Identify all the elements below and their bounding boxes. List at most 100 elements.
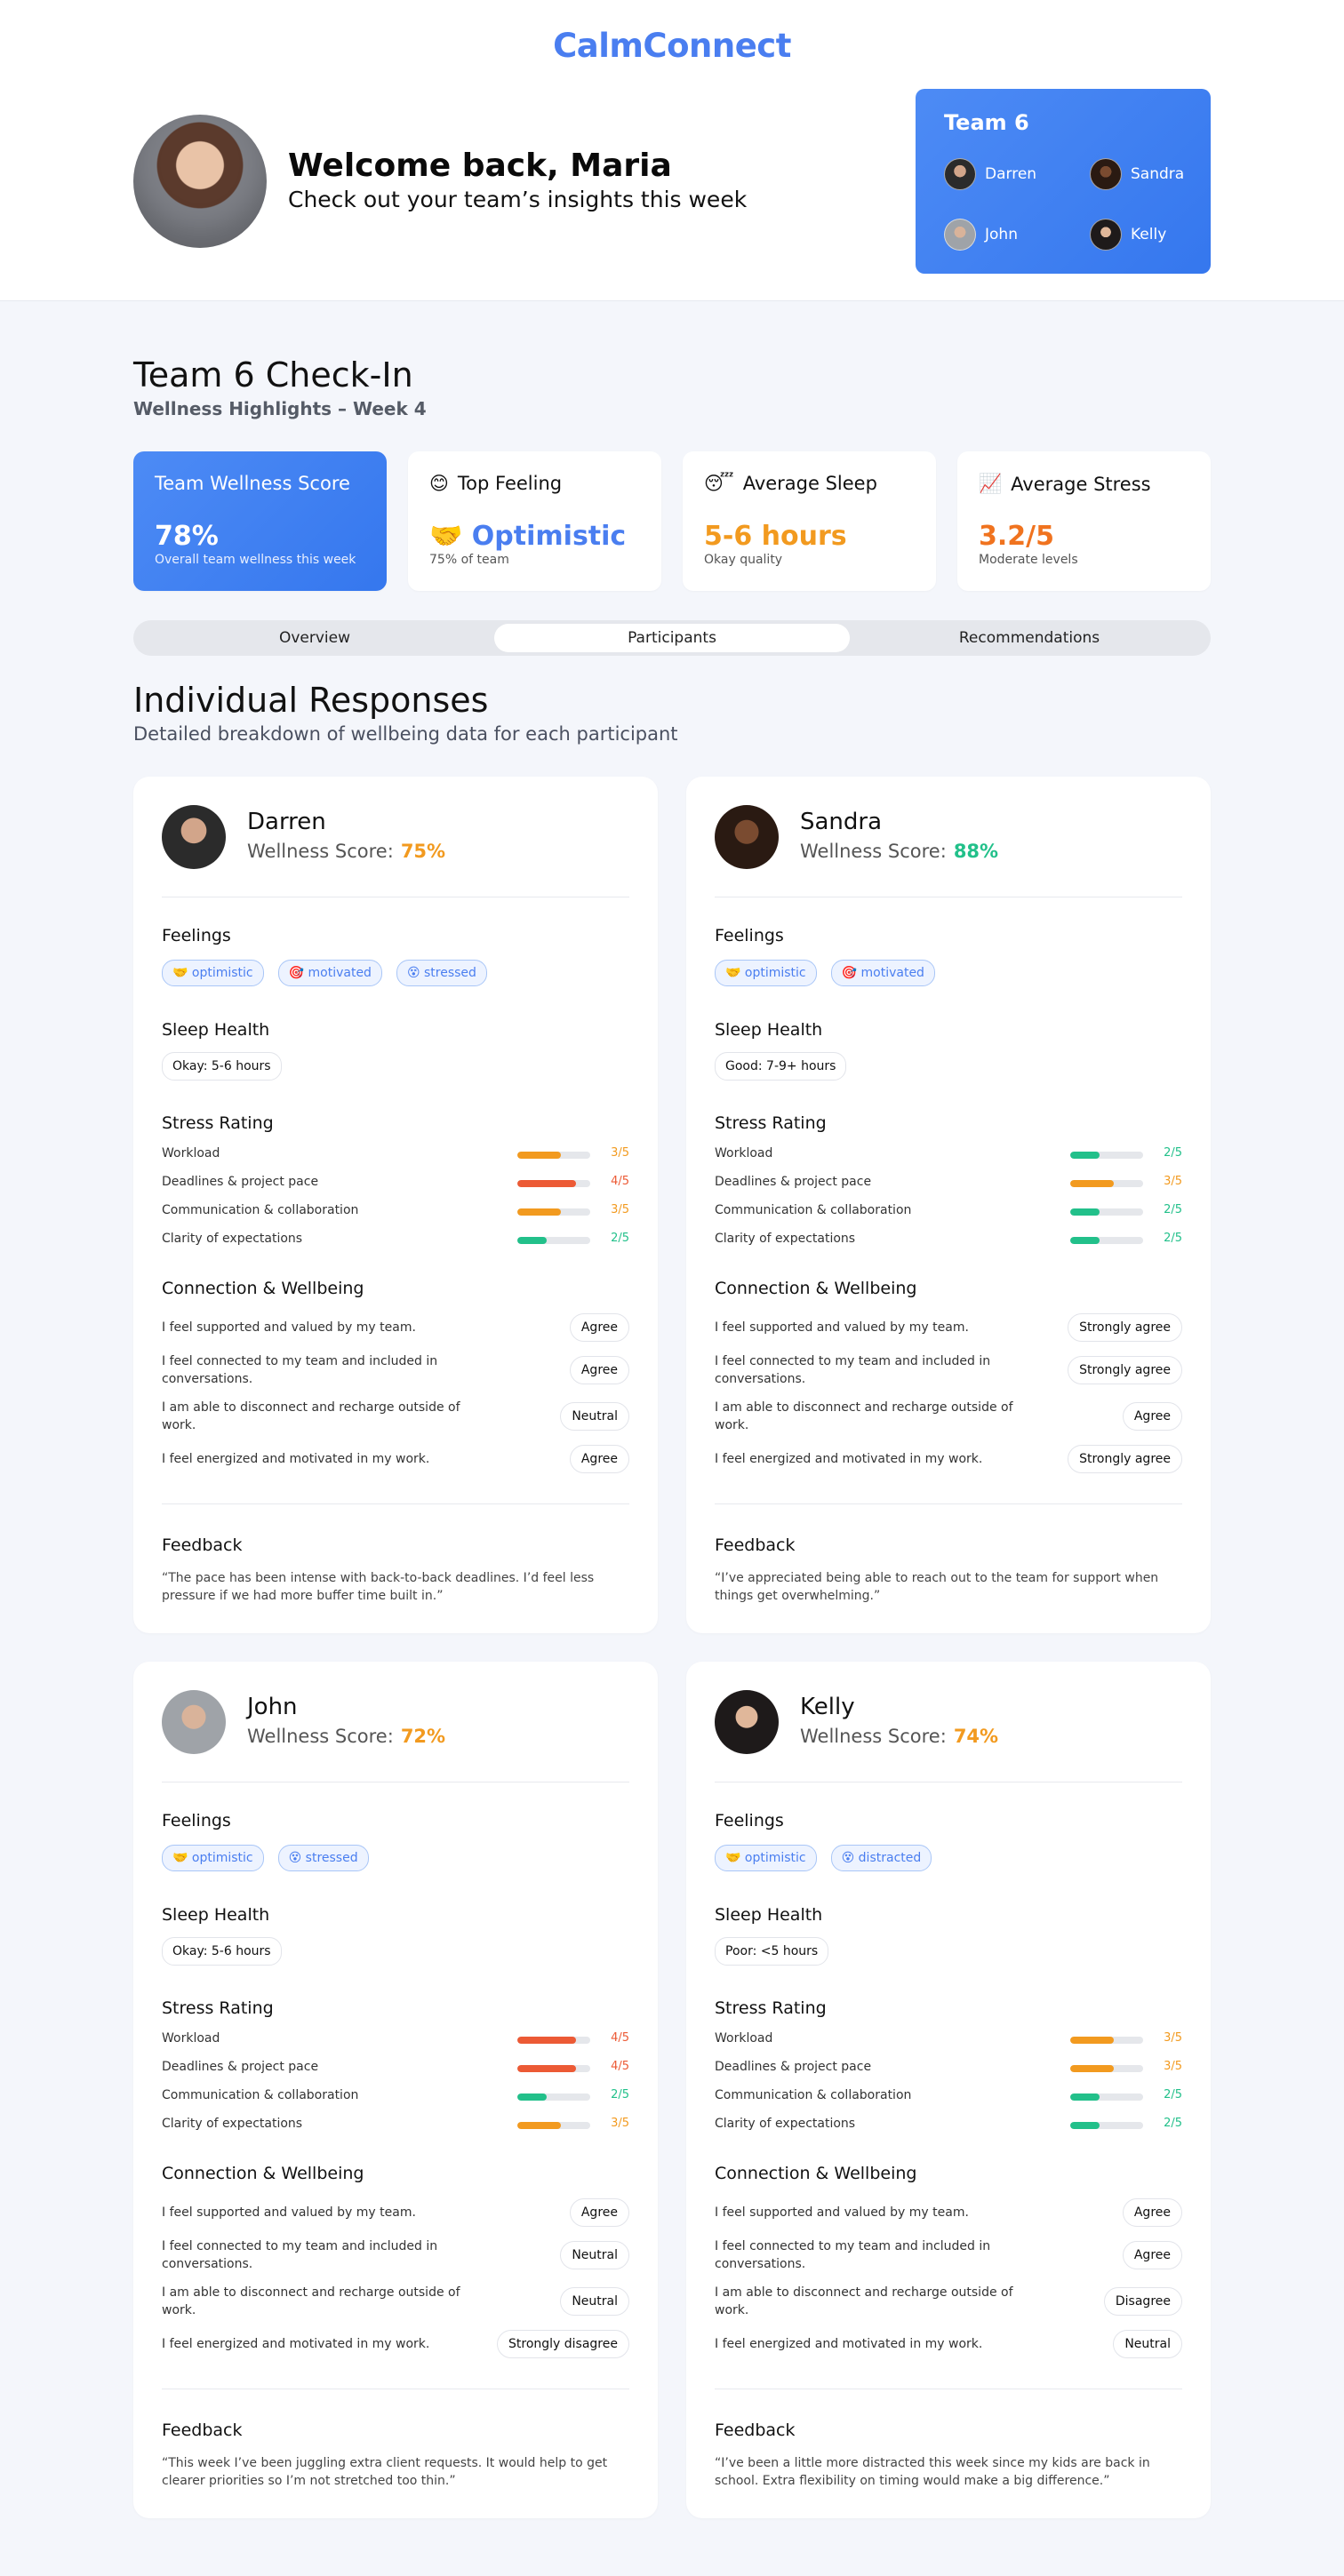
team-member-john[interactable]: John: [944, 219, 1018, 251]
feelings-chips: 🤝 optimistic 😵 distracted: [715, 1845, 932, 1871]
answer-badge: Agree: [1122, 2198, 1182, 2227]
sleep-badge: Okay: 5-6 hours: [162, 1052, 282, 1081]
responses-title: Individual Responses: [133, 681, 489, 720]
stress-bar-fill: [517, 2122, 562, 2129]
stress-bar-fill: [517, 1180, 576, 1187]
participant-avatar: [715, 805, 779, 869]
connection-row: I feel connected to my team and included…: [162, 1352, 629, 1388]
feeling-chip: 🤝 optimistic: [162, 1845, 264, 1871]
sleep-heading: Sleep Health: [715, 1905, 823, 1925]
stress-row: Clarity of expectations 2/5: [715, 1232, 1182, 1249]
divider: [162, 1503, 629, 1504]
stress-bar-fill: [1070, 1152, 1100, 1159]
wellness-score: Wellness Score: 75%: [247, 841, 445, 862]
participant-name: John: [247, 1694, 298, 1720]
connection-heading: Connection & Wellbeing: [162, 2164, 364, 2183]
tab-recommendations[interactable]: Recommendations: [852, 624, 1207, 652]
connection-row: I am able to disconnect and recharge out…: [162, 1399, 629, 1434]
stress-value: 4/5: [611, 2060, 629, 2073]
participant-name: Darren: [247, 809, 326, 835]
stress-heading: Stress Rating: [715, 1998, 827, 2018]
stress-row: Workload 4/5: [162, 2031, 629, 2049]
feelings-chips: 🤝 optimistic 🎯 motivated: [715, 960, 935, 986]
divider: [715, 1503, 1182, 1504]
stress-label: Deadlines & project pace: [715, 1175, 872, 1189]
feeling-chip: 🎯 motivated: [830, 960, 935, 986]
stress-row: Communication & collaboration 2/5: [715, 2088, 1182, 2106]
connection-heading: Connection & Wellbeing: [715, 2164, 917, 2183]
stress-bar: [517, 2037, 590, 2044]
team-member-name: Kelly: [1131, 226, 1167, 243]
stress-row: Clarity of expectations 2/5: [162, 1232, 629, 1249]
connection-row: I feel supported and valued by my team. …: [162, 2195, 629, 2230]
connection-statement: I feel energized and motivated in my wor…: [715, 2337, 983, 2351]
stress-bar: [517, 2093, 590, 2101]
stress-row: Deadlines & project pace 4/5: [162, 1175, 629, 1192]
tab-overview[interactable]: Overview: [137, 624, 492, 652]
sleep-heading: Sleep Health: [715, 1020, 823, 1040]
feedback-text: “This week I’ve been juggling extra clie…: [162, 2456, 608, 2488]
sleep-badge: Poor: <5 hours: [715, 1937, 829, 1966]
team-member-darren[interactable]: Darren: [944, 158, 1036, 190]
connection-statement: I feel supported and valued by my team.: [162, 2205, 416, 2220]
team-card[interactable]: Team 6 Darren Sandra John Kelly: [916, 89, 1211, 274]
stress-bar: [1070, 2093, 1143, 2101]
team-member-kelly[interactable]: Kelly: [1090, 219, 1166, 251]
answer-badge: Disagree: [1103, 2287, 1182, 2316]
connection-row: I feel connected to my team and included…: [715, 1352, 1182, 1388]
team-member-name: Darren: [985, 165, 1037, 183]
john-avatar: [944, 219, 976, 251]
sleep-icon: 😴: [704, 473, 734, 494]
stress-bar: [1070, 1180, 1143, 1187]
stat-card-stress: 📈 Average Stress 3.2/5 Moderate levels: [957, 451, 1211, 591]
stress-bar-fill: [517, 2037, 576, 2044]
stat-value: 78%: [155, 521, 219, 552]
stress-bar-fill: [517, 1152, 562, 1159]
connection-row: I am able to disconnect and recharge out…: [715, 1399, 1182, 1434]
wellness-score-value: 72%: [400, 1726, 446, 1747]
feeling-chip: 🎯 motivated: [277, 960, 382, 986]
stress-value: 2/5: [1164, 1232, 1182, 1245]
participant-card-john: John Wellness Score: 72% Feelings 🤝 optim…: [133, 1662, 658, 2518]
stress-value: 2/5: [1164, 1203, 1182, 1216]
connection-statement: I am able to disconnect and recharge out…: [162, 2285, 460, 2317]
connection-statement: I am able to disconnect and recharge out…: [715, 1400, 1013, 1432]
stress-value: 4/5: [611, 1175, 629, 1188]
stress-bar-fill: [1070, 2065, 1115, 2072]
connection-row: I feel energized and motivated in my wor…: [715, 1441, 1182, 1477]
connection-statement: I feel energized and motivated in my wor…: [162, 2337, 430, 2351]
stress-bar-fill: [1070, 1180, 1115, 1187]
stress-bar: [1070, 1237, 1143, 1244]
answer-badge: Strongly disagree: [497, 2330, 629, 2358]
connection-statement: I feel connected to my team and included…: [162, 1354, 438, 1386]
kelly-avatar: [1090, 219, 1122, 251]
stress-bar: [1070, 2122, 1143, 2129]
sleep-heading: Sleep Health: [162, 1020, 270, 1040]
connection-statement: I feel energized and motivated in my wor…: [715, 1452, 983, 1466]
stress-bar: [1070, 2037, 1143, 2044]
stress-value: 3/5: [611, 1146, 629, 1160]
stress-label: Clarity of expectations: [162, 2117, 303, 2131]
wellness-score-value: 74%: [953, 1726, 999, 1747]
answer-badge: Neutral: [1113, 2330, 1182, 2358]
connection-row: I feel connected to my team and included…: [715, 2237, 1182, 2273]
tab-participants[interactable]: Participants: [494, 624, 850, 652]
stress-label: Clarity of expectations: [162, 1232, 303, 1246]
stress-value: 2/5: [611, 1232, 629, 1245]
wellness-score: Wellness Score: 74%: [800, 1726, 998, 1747]
participant-name: Sandra: [800, 809, 883, 835]
wellness-score-value: 75%: [400, 841, 446, 862]
answer-badge: Strongly agree: [1068, 1356, 1182, 1384]
sleep-badge: Okay: 5-6 hours: [162, 1937, 282, 1966]
feedback-text: “The pace has been intense with back-to-…: [162, 1571, 595, 1603]
stress-bar: [517, 1180, 590, 1187]
brand-logo[interactable]: CalmConnect: [0, 27, 1344, 65]
connection-statement: I feel connected to my team and included…: [162, 2239, 438, 2271]
team-member-sandra[interactable]: Sandra: [1090, 158, 1184, 190]
feelings-heading: Feelings: [715, 926, 784, 945]
connection-statement: I feel supported and valued by my team.: [162, 1320, 416, 1335]
stress-row: Communication & collaboration 2/5: [715, 1203, 1182, 1221]
answer-badge: Agree: [1122, 1402, 1182, 1431]
user-avatar: [133, 115, 267, 248]
feelings-chips: 🤝 optimistic 🎯 motivated 😵 stressed: [162, 960, 487, 986]
